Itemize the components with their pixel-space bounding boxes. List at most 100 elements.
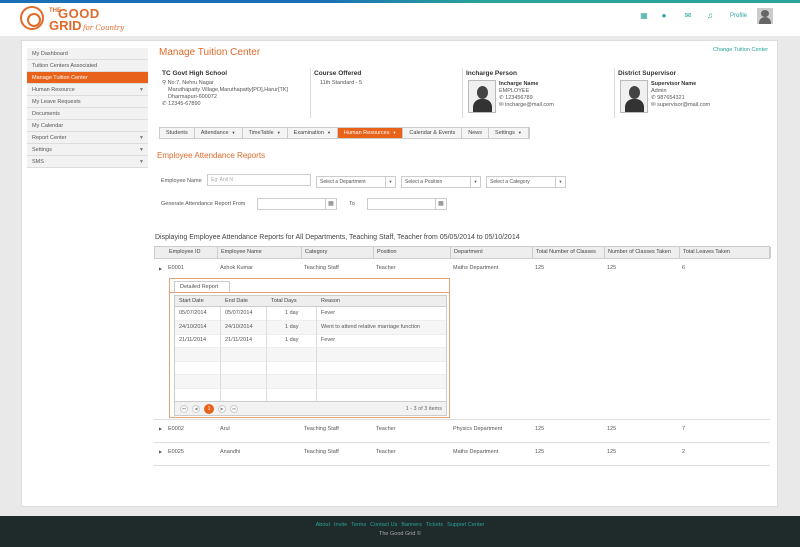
- grid-column-header[interactable]: Employee Name: [218, 247, 302, 258]
- calendar-icon[interactable]: ▦: [325, 199, 336, 209]
- employee-name-label: Employee Name: [161, 178, 202, 184]
- last-page-icon[interactable]: ⏭: [230, 405, 238, 413]
- detail-column-header[interactable]: Reason: [317, 296, 340, 306]
- employee-name-input[interactable]: Eg: Anil N: [207, 174, 311, 186]
- footer: About Invite Terms Contact Us Banners Tickets…: [0, 516, 800, 547]
- list-item[interactable]: 05/07/2014 05/07/2014 1 day Fever: [175, 307, 446, 321]
- grid-column-header[interactable]: Total Number of Classes: [533, 247, 605, 258]
- change-tuition-center-link[interactable]: Change Tuition Center: [713, 47, 768, 53]
- table-cell: Maths Department: [453, 449, 499, 455]
- supervisor-name: Supervisor Name: [651, 81, 697, 87]
- detail-cell: Went to attend relative marriage functio…: [321, 323, 420, 330]
- detail-grid-header: Start Date End Date Total Days Reason: [175, 296, 446, 307]
- expand-row-icon[interactable]: ▶: [159, 266, 162, 271]
- current-page-button[interactable]: 1: [204, 404, 214, 414]
- detail-column-header[interactable]: Total Days: [267, 296, 297, 306]
- sidebar-item[interactable]: My Leave Requests: [27, 96, 148, 108]
- school-address-1: No:7, Nehru Nagar: [167, 80, 214, 86]
- calendar-icon[interactable]: ▦: [435, 199, 446, 209]
- footer-copyright: The Good Grid ©: [379, 531, 421, 537]
- footer-link[interactable]: Invite: [334, 522, 347, 528]
- table-cell: 125: [607, 426, 617, 432]
- profile-link[interactable]: Profile: [730, 13, 747, 19]
- table-row[interactable]: ▶ E0002 Arul Teaching Staff Teacher Physics D…: [154, 420, 770, 443]
- divider: [316, 307, 317, 401]
- sidebar-item[interactable]: Settings ▼: [27, 144, 148, 156]
- table-cell: Teaching Staff: [304, 265, 339, 271]
- prev-page-icon[interactable]: ◀: [192, 405, 200, 413]
- grid-column-header[interactable]: Department: [451, 247, 533, 258]
- sidebar-item[interactable]: Human Resource ▼: [27, 84, 148, 96]
- tab-label: Students: [166, 130, 188, 136]
- avatar[interactable]: [757, 8, 773, 24]
- school-info: TC Govt High School ⚲ No:7, Nehru Nagar …: [162, 70, 288, 108]
- caret-down-icon: ▼: [139, 87, 144, 93]
- footer-link[interactable]: Tickets: [426, 522, 443, 528]
- display-summary: Displaying Employee Attendance Reports f…: [155, 234, 520, 241]
- tab-item[interactable]: TimeTable ▼: [243, 128, 288, 138]
- grid-column-header[interactable]: Number of Classes Taken: [605, 247, 680, 258]
- tab-item[interactable]: Calendar & Events: [403, 128, 463, 138]
- grid-column-header[interactable]: Position: [374, 247, 451, 258]
- table-cell: Teacher: [376, 426, 396, 432]
- sidebar-item[interactable]: My Calendar: [27, 120, 148, 132]
- detail-cell: 05/07/2014: [179, 310, 207, 316]
- detail-column-header[interactable]: End Date: [221, 296, 248, 306]
- footer-link[interactable]: Support Center: [447, 522, 484, 528]
- top-stripe: [0, 0, 800, 3]
- sidebar-item[interactable]: Tuition Centers Associated: [27, 60, 148, 72]
- sidebar-item[interactable]: Documents: [27, 108, 148, 120]
- expand-row-icon[interactable]: ▶: [159, 426, 162, 431]
- footer-link[interactable]: Banners: [401, 522, 422, 528]
- footer-link[interactable]: Terms: [351, 522, 366, 528]
- users-icon[interactable]: ●: [660, 12, 668, 20]
- supervisor-details: Supervisor Name Admin ✆ 987654321 ✉ supe…: [651, 81, 710, 109]
- grid-column-header[interactable]: Category: [302, 247, 374, 258]
- detail-cell: 21/11/2014: [225, 337, 253, 343]
- expand-row-icon[interactable]: ▶: [159, 449, 162, 454]
- incharge-name: Incharge Name: [499, 81, 539, 87]
- grid-icon[interactable]: ▦: [640, 12, 648, 20]
- from-date-input[interactable]: ▦: [257, 198, 337, 210]
- footer-link[interactable]: About: [316, 522, 330, 528]
- department-select[interactable]: Select a Department ▼: [316, 176, 396, 188]
- incharge-details: Incharge Name EMPLOYEE ✆ 123456789 ✉ inc…: [499, 81, 554, 109]
- logo-grid: GRID: [49, 18, 82, 33]
- tab-item[interactable]: Human Resources ▼: [337, 128, 404, 138]
- sidebar-item[interactable]: My Dashboard: [27, 48, 148, 60]
- sidebar-item[interactable]: Report Center ▼: [27, 132, 148, 144]
- next-page-icon[interactable]: ▶: [218, 405, 226, 413]
- grid-column-header[interactable]: Total Leaves Taken: [680, 247, 771, 258]
- bell-icon[interactable]: ♫: [706, 12, 714, 20]
- detail-cell: 1 day: [285, 323, 299, 330]
- footer-link[interactable]: Contact Us: [370, 522, 397, 528]
- tab-item[interactable]: Examination ▼: [288, 128, 338, 138]
- table-cell: Teaching Staff: [304, 426, 339, 432]
- list-item: [175, 374, 446, 389]
- grid-column-header[interactable]: Employee ID: [166, 247, 218, 258]
- detail-column-header[interactable]: Start Date: [175, 296, 204, 306]
- sidebar-item[interactable]: SMS ▼: [27, 156, 148, 168]
- category-select-value: Select a Category: [490, 179, 530, 185]
- sidebar-item-label: Manage Tuition Center: [32, 75, 88, 81]
- category-select[interactable]: Select a Category ▼: [486, 176, 566, 188]
- to-date-input[interactable]: ▦: [367, 198, 447, 210]
- tab-item[interactable]: Students: [160, 128, 195, 138]
- logo-sun-icon: [20, 6, 44, 30]
- tab-detailed-report[interactable]: Detailed Report: [174, 281, 230, 292]
- tab-item[interactable]: Settings ▼: [489, 128, 529, 138]
- tab-label: Human Resources: [343, 130, 390, 136]
- tab-bar: Students Attendance ▼ TimeTable ▼ Examination…: [159, 127, 530, 139]
- sidebar-item[interactable]: Manage Tuition Center: [27, 72, 148, 84]
- list-item[interactable]: 24/10/2014 24/10/2014 1 day Went to attend …: [175, 320, 446, 335]
- logo[interactable]: THE GOOD GRID for Country: [20, 6, 130, 34]
- chevron-down-icon: ▼: [470, 177, 480, 187]
- first-page-icon[interactable]: ⏮: [180, 405, 188, 413]
- tab-item[interactable]: News: [462, 128, 490, 138]
- tab-item[interactable]: Attendance ▼: [195, 128, 243, 138]
- list-item[interactable]: 21/11/2014 21/11/2014 1 day Fever: [175, 334, 446, 348]
- position-select[interactable]: Select a Position ▼: [401, 176, 481, 188]
- mail-icon[interactable]: ✉: [684, 12, 692, 20]
- table-cell: 125: [535, 265, 545, 271]
- table-row[interactable]: ▶ E0025 Anandhi Teaching Staff Teacher Maths …: [154, 443, 770, 466]
